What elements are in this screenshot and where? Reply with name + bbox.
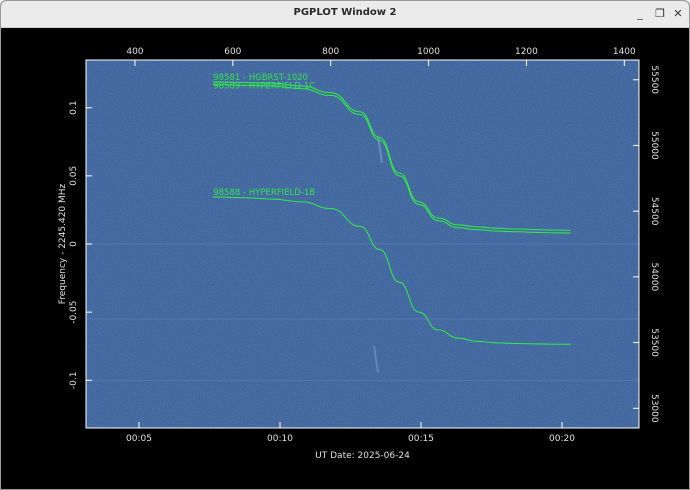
close-icon[interactable]: ✕ xyxy=(671,7,685,21)
x-tick-label-top: 800 xyxy=(322,47,339,57)
x-tick-label-top: 600 xyxy=(224,47,241,57)
spectrogram-chart: -0.1 -0.05 0 0.05 0.1 53000 53500 54000 54500 550… xyxy=(58,47,659,461)
y-tick-label-left: 0.1 xyxy=(69,101,79,115)
y-tick-label-left: -0.05 xyxy=(69,300,79,323)
y-axis-label: Frequency - 2245.420 MHz xyxy=(58,183,68,304)
x-tick-label-bottom: 00:05 xyxy=(126,434,152,444)
title-bar[interactable]: PGPLOT Window 2 _ ❐ ✕ xyxy=(1,1,689,28)
y-tick-label-right: 54500 xyxy=(649,197,659,226)
y-tick-label-left: -0.1 xyxy=(69,372,79,390)
y-tick-label-right: 53000 xyxy=(649,394,659,423)
pgplot-window: PGPLOT Window 2 _ ❐ ✕ -0.1 -0.05 0 0.05 0.1 5… xyxy=(0,0,690,490)
x-axis-label: UT Date: 2025-06-24 xyxy=(315,451,410,461)
series-label: 98588 - HYPERFIELD-1B xyxy=(213,188,315,198)
y-tick-label-right: 55000 xyxy=(649,131,659,160)
series-label: 98589 - HYPERFIELD-1C xyxy=(213,82,315,92)
y-tick-label-left: 0.05 xyxy=(69,166,79,186)
minimize-icon[interactable]: _ xyxy=(633,7,647,21)
plot-canvas: -0.1 -0.05 0 0.05 0.1 53000 53500 54000 54500 550… xyxy=(1,28,689,489)
y-tick-label-right: 55500 xyxy=(649,65,659,94)
y-tick-label-right: 53500 xyxy=(649,328,659,357)
restore-icon[interactable]: ❐ xyxy=(653,7,667,21)
x-tick-label-top: 1000 xyxy=(417,47,440,57)
x-tick-label-bottom: 00:15 xyxy=(408,434,434,444)
x-tick-label-bottom: 00:20 xyxy=(549,434,575,444)
x-tick-label-bottom: 00:10 xyxy=(267,434,293,444)
y-tick-label-right: 54000 xyxy=(649,263,659,292)
x-tick-label-top: 1200 xyxy=(515,47,538,57)
x-tick-label-top: 1400 xyxy=(613,47,636,57)
y-tick-label-left: 0 xyxy=(69,241,79,247)
window-title: PGPLOT Window 2 xyxy=(293,7,397,18)
x-tick-label-top: 400 xyxy=(126,47,143,57)
